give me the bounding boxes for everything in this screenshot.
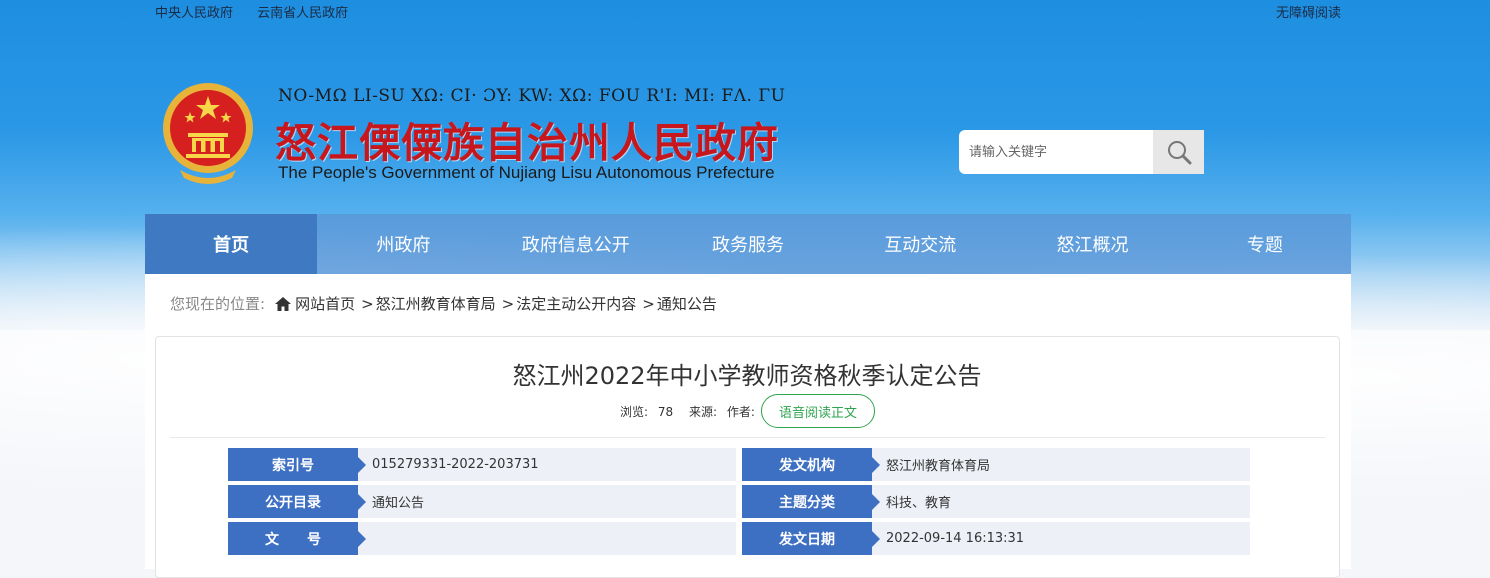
info-value-issuer: 怒江州教育体育局 bbox=[872, 448, 1250, 481]
divider bbox=[170, 437, 1325, 438]
breadcrumb-separator: > bbox=[642, 294, 655, 313]
nav-item-interaction[interactable]: 互动交流 bbox=[834, 214, 1006, 274]
top-links: 中央人民政府 云南省人民政府 bbox=[155, 2, 368, 21]
info-label-topic: 主题分类 bbox=[742, 485, 880, 518]
brand-english-name: The People's Government of Nujiang Lisu … bbox=[278, 163, 775, 182]
info-label-index: 索引号 bbox=[228, 448, 366, 481]
views-count: 78 bbox=[657, 405, 674, 419]
info-table: 索引号 015279331-2022-203731 发文机构 怒江州教育体育局 公开… bbox=[228, 448, 1250, 559]
breadcrumb-item-disclosure[interactable]: 法定主动公开内容 bbox=[516, 293, 636, 314]
info-row: 索引号 015279331-2022-203731 发文机构 怒江州教育体育局 bbox=[228, 448, 1250, 481]
info-value-date: 2022-09-14 16:13:31 bbox=[872, 522, 1250, 555]
brand-chinese-name: 怒江傈僳族自治州人民政府 bbox=[275, 120, 779, 166]
breadcrumb-item-notices[interactable]: 通知公告 bbox=[657, 293, 717, 314]
top-link-yunnan-gov[interactable]: 云南省人民政府 bbox=[257, 6, 348, 21]
info-value-doc-number bbox=[358, 522, 736, 555]
nav-item-home[interactable]: 首页 bbox=[145, 214, 318, 274]
nav-item-topics[interactable]: 专题 bbox=[1179, 214, 1351, 274]
info-label-doc-number: 文 号 bbox=[228, 522, 366, 555]
breadcrumb-home[interactable]: 网站首页 bbox=[295, 293, 355, 314]
nav-item-overview[interactable]: 怒江概况 bbox=[1006, 214, 1178, 274]
search-icon bbox=[1167, 141, 1191, 165]
article-meta: 浏览: 78 来源: 作者: bbox=[620, 403, 761, 420]
search-button[interactable] bbox=[1153, 130, 1204, 174]
breadcrumb-item-bureau[interactable]: 怒江州教育体育局 bbox=[376, 293, 496, 314]
info-value-catalog: 通知公告 bbox=[358, 485, 736, 518]
main-nav: 首页 州政府 政府信息公开 政务服务 互动交流 怒江概况 专题 bbox=[145, 214, 1351, 274]
info-value-topic: 科技、教育 bbox=[872, 485, 1250, 518]
accessibility-link[interactable]: 无障碍阅读 bbox=[1276, 2, 1341, 21]
info-row: 公开目录 通知公告 主题分类 科技、教育 bbox=[228, 485, 1250, 518]
top-link-central-gov[interactable]: 中央人民政府 bbox=[155, 6, 233, 21]
breadcrumb-separator: > bbox=[361, 294, 374, 313]
brand-latin-name: NO-MΩ LI-SU XΩ: CI· ƆY: KW: XΩ: FOU R'I:… bbox=[278, 86, 786, 106]
source-label: 来源: bbox=[688, 405, 718, 419]
nav-item-services[interactable]: 政务服务 bbox=[662, 214, 834, 274]
tts-read-button[interactable]: 语音阅读正文 bbox=[761, 394, 875, 428]
author-label: 作者: bbox=[726, 405, 755, 419]
home-icon bbox=[275, 296, 292, 311]
info-value-index: 015279331-2022-203731 bbox=[358, 448, 736, 481]
info-row: 文 号 发文日期 2022-09-14 16:13:31 bbox=[228, 522, 1250, 555]
search-input[interactable] bbox=[959, 130, 1165, 174]
nav-item-government[interactable]: 州政府 bbox=[317, 214, 489, 274]
national-emblem-icon bbox=[163, 83, 253, 184]
info-label-date: 发文日期 bbox=[742, 522, 880, 555]
breadcrumb-prefix: 您现在的位置: bbox=[170, 295, 266, 313]
views-label: 浏览: bbox=[620, 405, 649, 419]
nav-item-info-disclosure[interactable]: 政府信息公开 bbox=[490, 214, 662, 274]
search-box bbox=[959, 130, 1204, 174]
info-label-issuer: 发文机构 bbox=[742, 448, 880, 481]
breadcrumb: 您现在的位置: 网站首页 > 怒江州教育体育局 > 法定主动公开内容 > 通知公… bbox=[170, 293, 717, 314]
breadcrumb-separator: > bbox=[501, 294, 515, 313]
info-label-catalog: 公开目录 bbox=[228, 485, 366, 518]
article-title: 怒江州2022年中小学教师资格秋季认定公告 bbox=[512, 362, 982, 390]
